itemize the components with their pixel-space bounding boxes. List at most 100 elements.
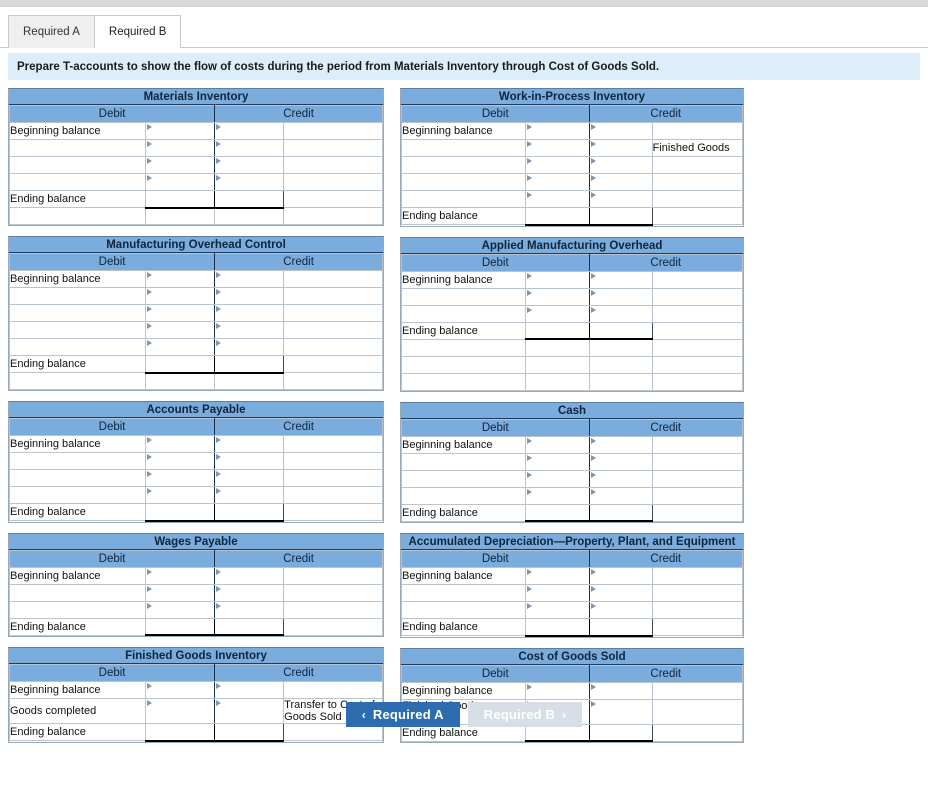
t-account-row <box>400 287 744 306</box>
credit-amount-input[interactable] <box>214 681 285 699</box>
blank-filler-row <box>400 373 744 391</box>
credit-amount-input[interactable] <box>214 583 285 602</box>
t-account-row <box>400 190 744 208</box>
debit-amount-input[interactable] <box>145 583 216 602</box>
debit-amount-input[interactable] <box>525 567 590 585</box>
credit-amount-input[interactable] <box>588 469 653 488</box>
debit-amount-input[interactable] <box>525 486 590 505</box>
credit-amount-input[interactable] <box>214 287 285 305</box>
credit-amount-input[interactable] <box>588 452 653 471</box>
credit-amount-input[interactable] <box>588 122 653 140</box>
t-account-row <box>400 304 744 323</box>
debit-amount-input[interactable] <box>145 122 216 140</box>
left-account-column: Materials Inventory Debit Credit Beginning … <box>8 88 384 753</box>
debit-amount-input[interactable] <box>145 321 216 339</box>
debit-amount-input[interactable] <box>145 435 216 453</box>
debit-amount-input[interactable] <box>525 287 590 306</box>
credit-amount-input[interactable] <box>588 584 653 602</box>
ending-row-trailing <box>651 321 744 340</box>
debit-amount-input[interactable] <box>145 566 216 585</box>
debit-amount-input[interactable] <box>145 173 216 191</box>
tab-required-a[interactable]: Required A <box>8 15 95 48</box>
credit-amount-input[interactable] <box>588 601 653 619</box>
t-account-row <box>400 173 744 191</box>
debit-amount-input[interactable] <box>525 190 590 208</box>
credit-amount-input[interactable] <box>214 173 285 191</box>
credit-amount-input[interactable] <box>214 452 285 470</box>
t-account-table: Debit Credit Beginning balance Ending balan… <box>400 253 744 391</box>
credit-amount-input[interactable] <box>214 469 285 487</box>
credit-amount-input[interactable] <box>588 681 653 700</box>
credit-row-label-blank <box>651 190 744 208</box>
debit-amount-input[interactable] <box>525 304 590 323</box>
t-account-row <box>400 156 744 174</box>
credit-amount-input[interactable] <box>588 270 653 289</box>
t-account-row: Finished Goods <box>400 139 744 157</box>
row-label: Beginning balance <box>400 122 527 140</box>
credit-amount-input[interactable] <box>214 435 285 453</box>
blank-cell <box>400 339 527 357</box>
debit-amount-input[interactable] <box>145 338 216 356</box>
debit-amount-input[interactable] <box>145 304 216 322</box>
t-account-table: Debit Credit Beginning balance Ending balan… <box>8 549 383 636</box>
prev-required-a-button[interactable]: ‹ Required A <box>345 702 460 727</box>
credit-amount-input[interactable] <box>214 338 285 356</box>
debit-column-header: Debit <box>8 664 216 682</box>
ending-debit-value <box>525 207 590 226</box>
credit-amount-input[interactable] <box>588 156 653 174</box>
credit-amount-input[interactable] <box>588 435 653 454</box>
debit-amount-input[interactable] <box>525 435 590 454</box>
credit-amount-input[interactable] <box>214 270 285 288</box>
debit-amount-input[interactable] <box>525 469 590 488</box>
t-account-row <box>8 139 383 157</box>
row-label-blank <box>400 601 527 619</box>
debit-amount-input[interactable] <box>145 156 216 174</box>
credit-amount-input[interactable] <box>214 156 285 174</box>
debit-amount-input[interactable] <box>145 681 216 699</box>
tab-required-b[interactable]: Required B <box>93 15 182 49</box>
ending-credit-value <box>214 190 285 209</box>
credit-amount-input[interactable] <box>214 600 285 619</box>
credit-row-label-blank <box>283 321 383 339</box>
debit-amount-input[interactable] <box>525 156 590 174</box>
t-account-row: Beginning balance <box>8 566 383 585</box>
navigation-buttons: ‹ Required A Required B › <box>0 702 928 727</box>
credit-amount-input[interactable] <box>588 287 653 306</box>
credit-amount-input[interactable] <box>588 139 653 157</box>
debit-amount-input[interactable] <box>145 600 216 619</box>
instruction-banner: Prepare T-accounts to show the flow of c… <box>8 53 920 80</box>
t-account-title: Wages Payable <box>9 533 383 550</box>
tab-bar: Required A Required B <box>0 7 928 49</box>
debit-amount-input[interactable] <box>525 173 590 191</box>
debit-amount-input[interactable] <box>145 486 216 504</box>
t-account-row <box>8 486 383 504</box>
debit-amount-input[interactable] <box>525 584 590 602</box>
debit-amount-input[interactable] <box>145 270 216 288</box>
debit-amount-input[interactable] <box>525 139 590 157</box>
credit-amount-input[interactable] <box>588 304 653 323</box>
debit-amount-input[interactable] <box>145 139 216 157</box>
credit-amount-input[interactable] <box>588 486 653 505</box>
debit-column-header: Debit <box>401 550 590 568</box>
credit-amount-input[interactable] <box>214 321 285 339</box>
debit-amount-input[interactable] <box>525 270 590 289</box>
credit-amount-input[interactable] <box>214 486 285 504</box>
credit-amount-input[interactable] <box>214 139 285 157</box>
t-account-work-in-process-inventory: Work-in-Process Inventory Debit Credit Begi… <box>400 88 744 227</box>
credit-amount-input[interactable] <box>588 567 653 585</box>
column-header-row: Debit Credit <box>8 418 383 436</box>
credit-amount-input[interactable] <box>214 304 285 322</box>
debit-amount-input[interactable] <box>525 122 590 140</box>
debit-amount-input[interactable] <box>525 681 590 700</box>
debit-amount-input[interactable] <box>145 452 216 470</box>
credit-amount-input[interactable] <box>588 173 653 191</box>
credit-amount-input[interactable] <box>214 566 285 585</box>
t-account-title: Accumulated Depreciation—Property, Plant… <box>401 534 743 550</box>
debit-amount-input[interactable] <box>525 601 590 619</box>
t-account-title: Cash <box>401 402 743 419</box>
debit-amount-input[interactable] <box>145 469 216 487</box>
debit-amount-input[interactable] <box>145 287 216 305</box>
credit-amount-input[interactable] <box>214 122 285 140</box>
credit-amount-input[interactable] <box>588 190 653 208</box>
debit-amount-input[interactable] <box>525 452 590 471</box>
